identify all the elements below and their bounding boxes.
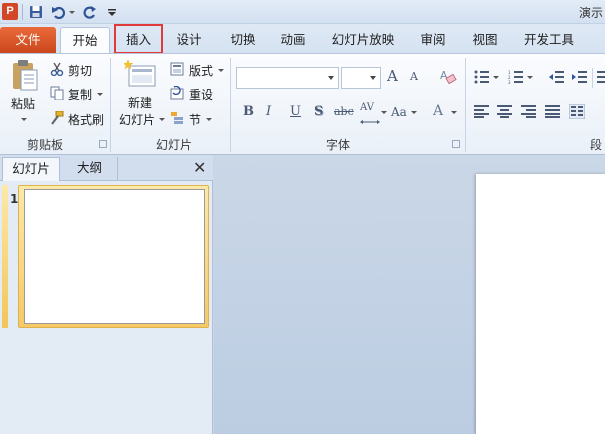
numbering-dropdown-icon[interactable] <box>527 76 533 79</box>
columns-icon[interactable] <box>568 103 586 120</box>
paragraph-group-label: 段 <box>590 138 603 152</box>
reset-button[interactable]: 重设 <box>189 86 213 103</box>
shadow-button[interactable]: S <box>314 104 323 119</box>
italic-button[interactable]: I <box>266 104 271 119</box>
slides-pane: 幻灯片 大纲 ✕ 1 <box>0 155 213 434</box>
bullets-icon[interactable] <box>474 70 490 84</box>
section-button[interactable]: 节 <box>189 111 201 128</box>
cut-button[interactable]: 剪切 <box>68 62 92 79</box>
spacing-dropdown-icon[interactable] <box>381 111 387 114</box>
tab-animations[interactable]: 动画 <box>272 27 314 54</box>
group-separator <box>110 58 111 152</box>
window-title: 演示 <box>578 6 603 20</box>
separator <box>592 68 593 88</box>
underline-button[interactable]: U <box>290 104 301 119</box>
grow-font-button[interactable]: A <box>387 67 398 85</box>
section-dropdown-icon[interactable] <box>206 118 212 121</box>
paste-icon[interactable] <box>10 58 40 92</box>
bold-button[interactable]: B <box>243 104 254 119</box>
qat-separator <box>22 4 23 20</box>
slide-thumbnail[interactable] <box>24 189 205 324</box>
decrease-indent-icon[interactable] <box>549 70 565 84</box>
font-name-combo[interactable] <box>236 67 339 89</box>
align-right-icon[interactable] <box>521 105 537 118</box>
text-direction-icon[interactable] <box>597 70 605 84</box>
redo-icon[interactable] <box>82 3 98 21</box>
undo-icon[interactable] <box>50 3 66 21</box>
tab-view[interactable]: 视图 <box>466 27 504 54</box>
shrink-font-button[interactable]: A <box>410 70 418 83</box>
ribbon-panel: 粘贴 剪切 复制 格式刷 剪贴板 新建 幻灯片 版式 重设 节 幻灯片 A A … <box>0 53 605 155</box>
customize-icon[interactable] <box>106 3 118 21</box>
character-spacing-button[interactable]: AV <box>360 102 374 113</box>
copy-dropdown-icon[interactable] <box>97 93 103 96</box>
selection-accent <box>2 185 8 328</box>
clipboard-group-label: 剪贴板 <box>26 138 63 152</box>
tab-review[interactable]: 审阅 <box>414 27 452 54</box>
case-dropdown-icon[interactable] <box>411 111 417 114</box>
tab-outline[interactable]: 大纲 <box>62 157 118 181</box>
save-icon[interactable] <box>28 3 44 21</box>
tab-slideshow[interactable]: 幻灯片放映 <box>326 27 400 54</box>
scissors-icon[interactable] <box>50 62 64 77</box>
reset-icon[interactable] <box>170 85 184 100</box>
font-size-combo[interactable] <box>341 67 381 89</box>
tab-home[interactable]: 开始 <box>60 27 110 54</box>
title-bar: P 演示 <box>0 0 605 24</box>
align-center-icon[interactable] <box>497 105 513 118</box>
format-painter-button[interactable]: 格式刷 <box>68 111 104 128</box>
group-separator <box>230 58 231 152</box>
font-group-label: 字体 <box>325 138 350 152</box>
tab-design[interactable]: 设计 <box>168 27 210 54</box>
copy-button[interactable]: 复制 <box>68 86 92 103</box>
clear-formatting-icon[interactable]: A <box>439 67 457 85</box>
tab-transitions[interactable]: 切换 <box>222 27 264 54</box>
layout-dropdown-icon[interactable] <box>218 69 224 72</box>
new-slide-dropdown-icon[interactable] <box>159 118 165 121</box>
clipboard-launcher-icon[interactable] <box>99 140 107 148</box>
numbering-icon[interactable]: 123 <box>508 70 524 85</box>
change-case-button[interactable]: Aa <box>391 105 407 119</box>
font-launcher-icon[interactable] <box>452 140 460 148</box>
slide-number: 1 <box>10 192 19 206</box>
svg-text:3: 3 <box>508 80 511 84</box>
slide-canvas[interactable] <box>476 174 605 434</box>
tab-file[interactable]: 文件 <box>0 27 56 54</box>
close-pane-icon[interactable]: ✕ <box>193 159 206 177</box>
layout-button[interactable]: 版式 <box>189 62 213 79</box>
slides-group-label: 幻灯片 <box>155 138 192 152</box>
undo-dropdown-icon[interactable] <box>68 3 76 21</box>
new-slide-label-1[interactable]: 新建 <box>128 94 152 111</box>
paste-button[interactable]: 粘贴 <box>11 95 35 112</box>
new-slide-button[interactable]: 幻灯片 <box>119 111 155 128</box>
font-color-button[interactable]: A <box>433 103 443 119</box>
increase-indent-icon[interactable] <box>572 70 588 84</box>
new-slide-icon[interactable] <box>122 59 158 89</box>
spacing-arrows-icon <box>360 114 380 124</box>
group-separator <box>465 58 466 152</box>
font-color-dropdown-icon[interactable] <box>451 111 457 114</box>
layout-icon[interactable] <box>170 62 184 76</box>
pane-tabs: 幻灯片 大纲 ✕ <box>0 155 213 181</box>
strikethrough-button[interactable]: abc <box>334 105 354 118</box>
insert-tab-highlight <box>114 24 163 54</box>
tab-slides[interactable]: 幻灯片 <box>2 157 60 181</box>
paste-dropdown-icon[interactable] <box>21 118 27 121</box>
slide-workspace <box>214 155 605 434</box>
justify-icon[interactable] <box>545 105 561 118</box>
powerpoint-logo-icon[interactable]: P <box>2 3 18 20</box>
format-painter-icon[interactable] <box>50 110 64 125</box>
align-left-icon[interactable] <box>474 105 490 118</box>
bullets-dropdown-icon[interactable] <box>493 76 499 79</box>
tab-developer[interactable]: 开发工具 <box>518 27 580 54</box>
section-icon[interactable] <box>170 111 184 125</box>
copy-icon[interactable] <box>50 86 64 101</box>
ribbon-tabs: 文件 开始 插入 设计 切换 动画 幻灯片放映 审阅 视图 开发工具 <box>0 24 605 54</box>
